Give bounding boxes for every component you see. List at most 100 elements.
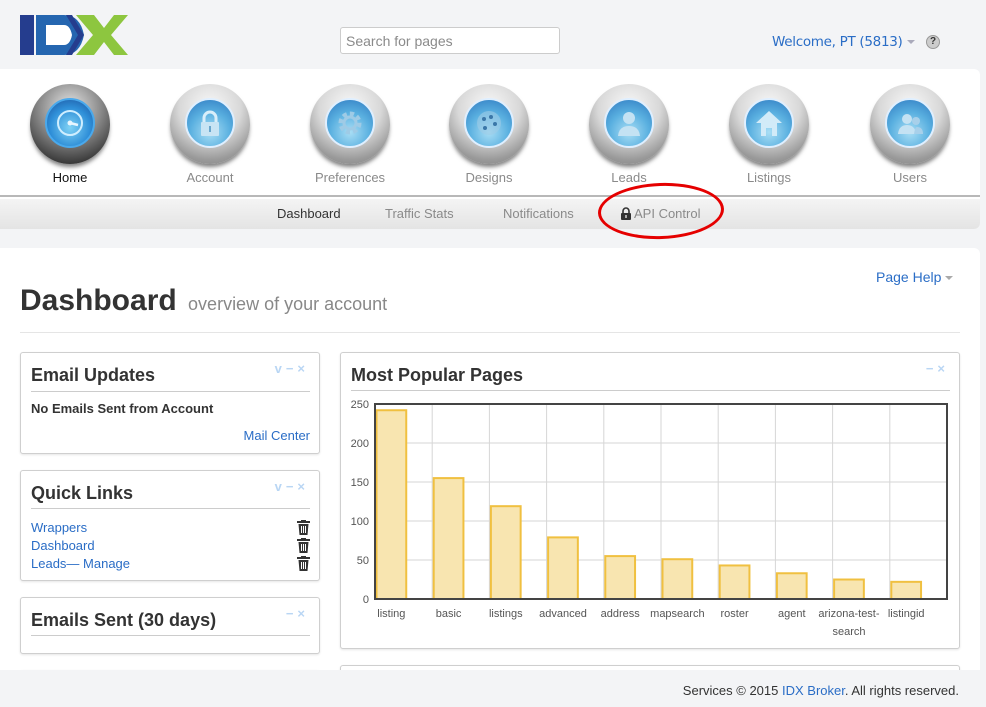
- speedometer-icon: [30, 84, 110, 164]
- list-item: Leads— Manage: [31, 555, 310, 573]
- nav-label: Listings: [746, 170, 792, 185]
- person-icon: [589, 84, 669, 164]
- bar-listingid: [890, 580, 923, 600]
- list-item: Dashboard: [31, 537, 310, 555]
- chevron-down-icon: [906, 40, 915, 44]
- api-control-label: API Control: [634, 206, 701, 221]
- gear-icon: [310, 84, 390, 164]
- nav-item-users[interactable]: Users: [850, 84, 970, 185]
- page-help-label: Page Help: [876, 269, 942, 285]
- divider: [31, 391, 310, 392]
- bar-chart: 0 50 100 150 200 250 listing basic listings advan…: [351, 399, 948, 638]
- x-tick-label: listings: [489, 608, 523, 620]
- email-status-text: No Emails Sent from Account: [31, 401, 214, 416]
- collapse-icon[interactable]: v: [275, 361, 286, 376]
- top-bar: Welcome, PT (5813) ?: [0, 0, 986, 68]
- x-tick-label: address: [601, 608, 641, 620]
- idx-logo[interactable]: [20, 15, 128, 55]
- widget-title: Emails Sent (30 days): [31, 610, 217, 630]
- y-tick-label: 0: [363, 594, 369, 606]
- quick-links-widget: Quick Links v−× Wrappers Dashboard Leads…: [20, 470, 320, 581]
- nav-item-leads[interactable]: Leads: [569, 84, 689, 185]
- footer-text: Services © 2015 IDX Broker. All rights r…: [683, 683, 959, 698]
- x-tick-label: listingid: [888, 608, 925, 620]
- bar-advanced: [547, 536, 579, 601]
- widget-title: Email Updates: [31, 365, 156, 385]
- palette-icon: [449, 84, 529, 164]
- nav-item-preferences[interactable]: Preferences: [290, 84, 410, 185]
- bar-listing: [375, 409, 408, 600]
- idx-broker-link[interactable]: IDX Broker: [782, 683, 845, 698]
- nav-label: Preferences: [314, 170, 386, 185]
- chevron-down-icon: [945, 276, 954, 281]
- nav-icons-row: Home Account Preferences Designs Leads L…: [0, 69, 980, 197]
- widget-controls: v−×: [275, 361, 309, 376]
- x-tick-label: advanced: [539, 608, 587, 620]
- nav-label: Users: [893, 170, 927, 185]
- x-tick-label: basic: [436, 608, 462, 620]
- y-tick-label: 50: [357, 555, 369, 567]
- nav-label: Designs: [465, 170, 513, 185]
- bar-listings: [489, 505, 522, 600]
- nav-item-designs[interactable]: Designs: [429, 84, 549, 185]
- popular-pages-widget: Most Popular Pages −× 0 50 100 150 200 250 lis…: [340, 352, 960, 649]
- bar-address: [604, 555, 637, 601]
- trash-icon[interactable]: [297, 556, 310, 571]
- close-icon[interactable]: ×: [297, 606, 309, 621]
- page-help-menu[interactable]: Page Help: [876, 269, 954, 285]
- lock-icon: [170, 84, 250, 164]
- page-subtitle: overview of your account: [188, 294, 388, 314]
- footer-suffix: . All rights reserved.: [844, 683, 959, 698]
- mail-center-link[interactable]: Mail Center: [244, 428, 310, 443]
- y-tick-label: 200: [351, 438, 369, 450]
- bar-roster: [718, 564, 751, 601]
- list-item: Wrappers: [31, 519, 310, 537]
- divider: [31, 635, 310, 636]
- subnav-api-control[interactable]: API Control: [620, 206, 700, 221]
- bar-agent: [775, 572, 808, 600]
- quick-links-list: Wrappers Dashboard Leads— Manage: [31, 519, 310, 573]
- subnav-dashboard[interactable]: Dashboard: [277, 206, 341, 221]
- collapse-icon[interactable]: v: [275, 479, 286, 494]
- divider: [31, 508, 310, 509]
- close-icon[interactable]: ×: [297, 479, 309, 494]
- y-tick-label: 150: [351, 477, 369, 489]
- trash-icon[interactable]: [297, 520, 310, 535]
- minimize-icon[interactable]: −: [286, 606, 298, 621]
- x-tick-label: agent: [778, 608, 806, 620]
- subnav-traffic-stats[interactable]: Traffic Stats: [385, 206, 454, 221]
- nav-item-account[interactable]: Account: [150, 84, 270, 185]
- nav-item-listings[interactable]: Listings: [709, 84, 829, 185]
- nav-label: Home: [52, 170, 88, 185]
- welcome-menu[interactable]: Welcome, PT (5813): [772, 34, 915, 50]
- quick-link[interactable]: Dashboard: [31, 538, 95, 553]
- users-icon: [870, 84, 950, 164]
- main-nav: Home Account Preferences Designs Leads L…: [0, 69, 980, 229]
- y-tick-label: 250: [351, 399, 369, 411]
- email-updates-widget: Email Updates v−× No Emails Sent from Ac…: [20, 352, 320, 454]
- x-tick-label: mapsearch: [650, 608, 704, 620]
- footer-prefix: Services © 2015: [682, 683, 782, 698]
- x-tick-label: listing: [377, 608, 405, 620]
- page-title: Dashboard overview of your account: [20, 284, 387, 318]
- close-icon[interactable]: ×: [297, 361, 309, 376]
- main-content: Page Help Dashboard overview of your acc…: [0, 248, 980, 707]
- search-input[interactable]: [340, 27, 560, 54]
- y-tick-label: 100: [351, 516, 369, 528]
- x-tick-label: roster: [721, 608, 749, 620]
- minimize-icon[interactable]: −: [286, 479, 298, 494]
- subnav-notifications[interactable]: Notifications: [503, 206, 574, 221]
- page-title-text: Dashboard: [20, 284, 177, 317]
- welcome-label: Welcome, PT (5813): [772, 34, 903, 50]
- nav-item-home[interactable]: Home: [10, 84, 130, 185]
- trash-icon[interactable]: [297, 538, 310, 553]
- house-icon: [729, 84, 809, 164]
- quick-link[interactable]: Wrappers: [31, 520, 87, 535]
- help-icon[interactable]: ?: [926, 35, 940, 49]
- lock-icon: [621, 207, 631, 220]
- bar-basic: [432, 477, 465, 600]
- x-tick-label: arizona-test-: [818, 608, 879, 620]
- minimize-icon[interactable]: −: [286, 361, 298, 376]
- x-tick-label: search: [832, 626, 865, 638]
- quick-link[interactable]: Leads— Manage: [31, 556, 130, 571]
